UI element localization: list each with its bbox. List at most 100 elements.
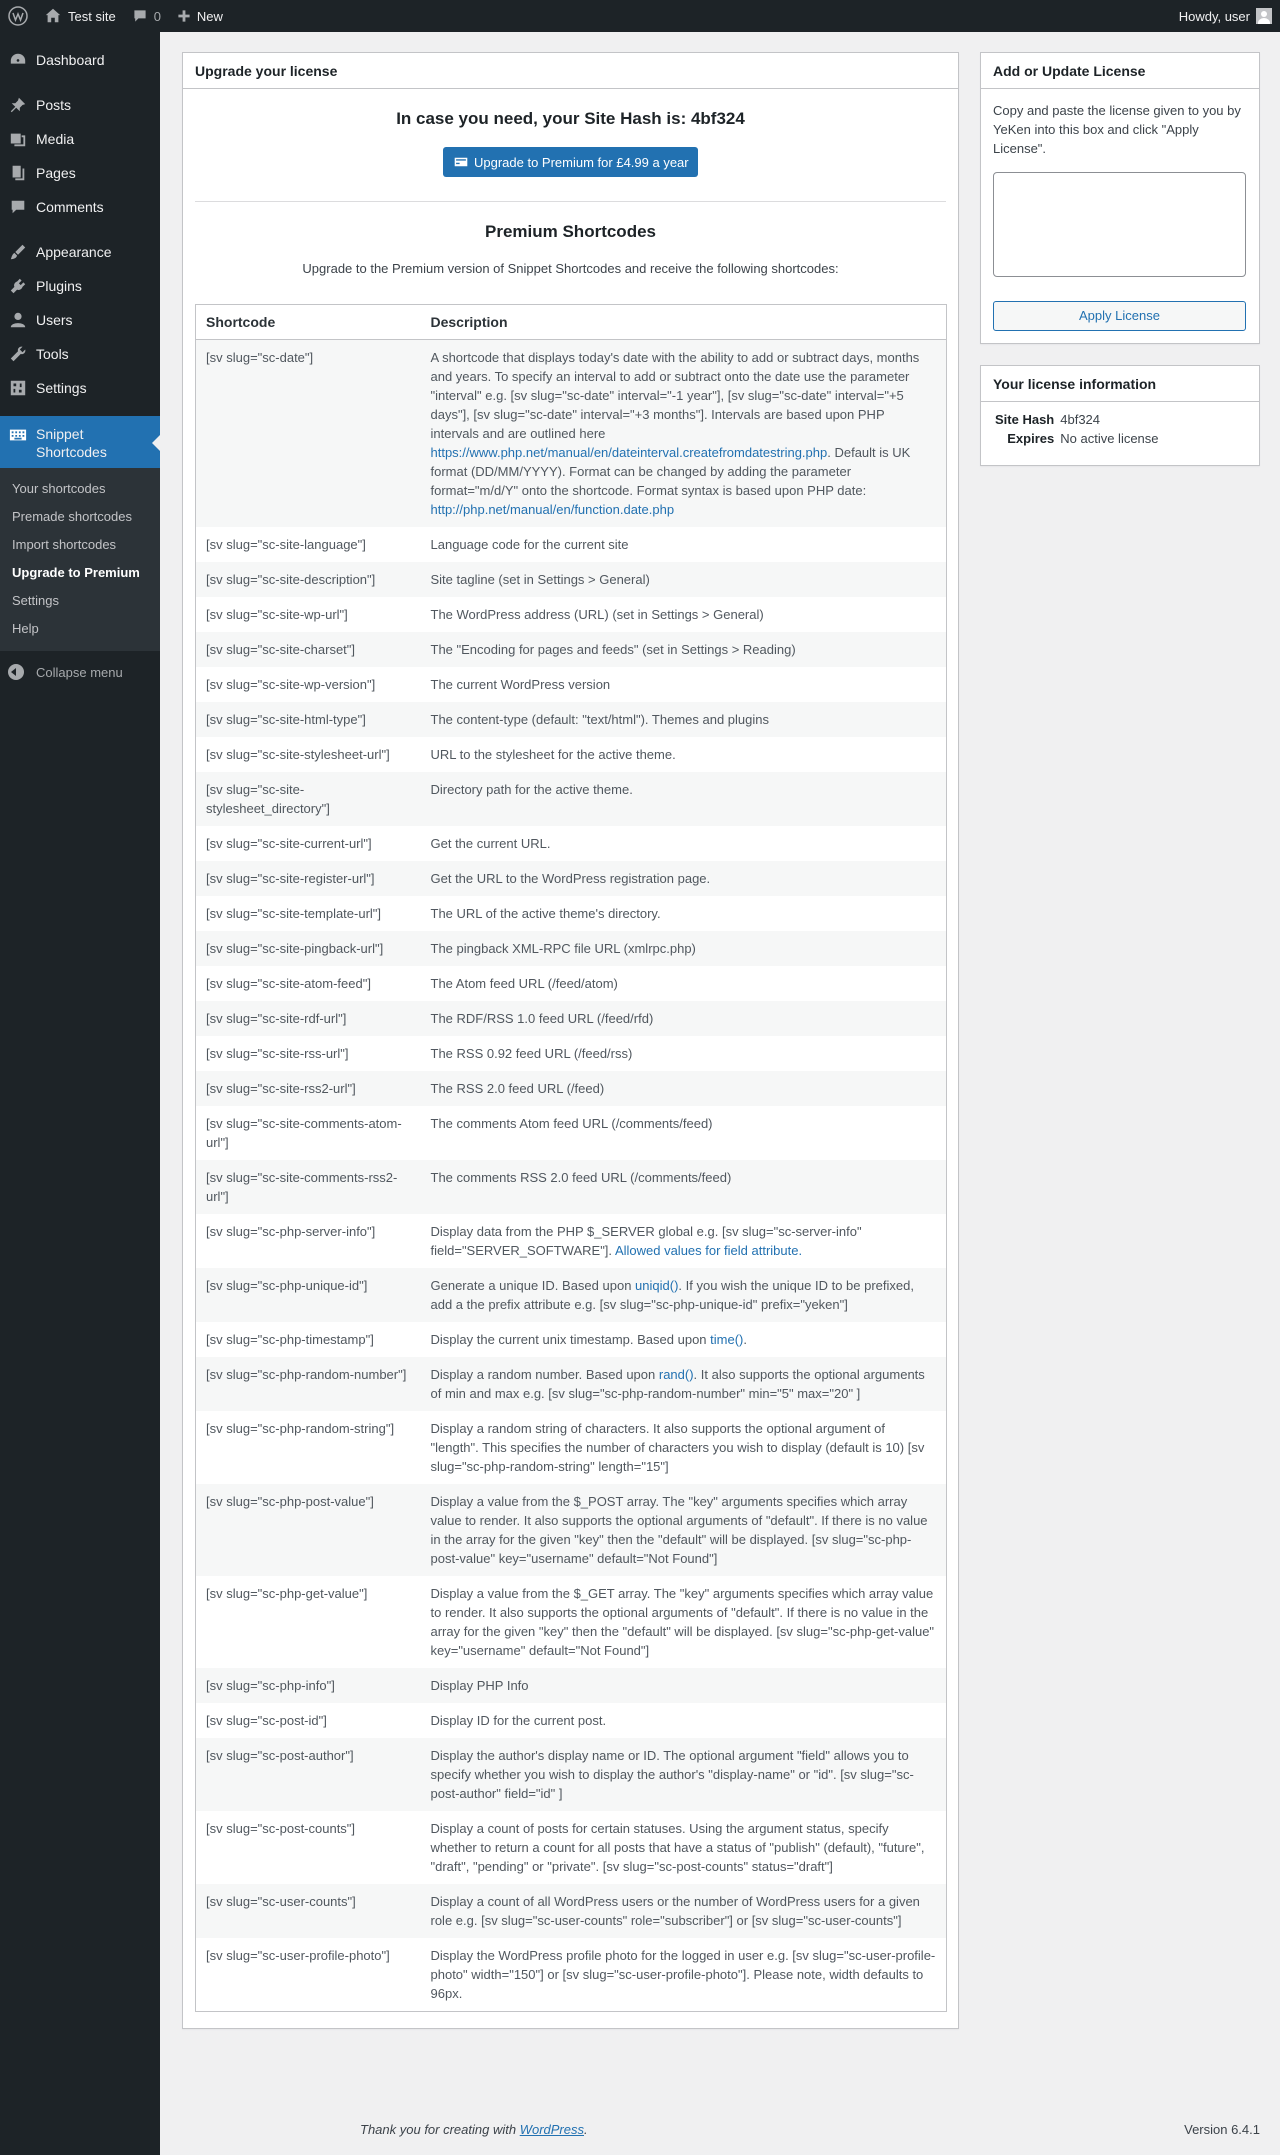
description-link[interactable]: rand() (659, 1367, 694, 1382)
menu-item-dashboard[interactable]: Dashboard (0, 43, 160, 77)
menu-item-plugins[interactable]: Plugins (0, 269, 160, 303)
menu-item-appearance[interactable]: Appearance (0, 235, 160, 269)
menu-label: Snippet Shortcodes (36, 426, 107, 460)
submenu-settings[interactable]: Settings (0, 587, 160, 615)
menu-item-settings[interactable]: Settings (0, 371, 160, 405)
comments-link[interactable]: 0 (124, 0, 169, 32)
table-row: [sv slug="sc-post-id"] Display ID for the… (196, 1703, 947, 1738)
submenu-upgrade-to-premium[interactable]: Upgrade to Premium (0, 559, 160, 587)
description-cell: Display a count of posts for certain sta… (421, 1811, 947, 1884)
my-account-link[interactable]: Howdy, user (1171, 0, 1280, 32)
home-icon (44, 7, 62, 25)
description-cell: Directory path for the active theme. (421, 772, 947, 826)
description-link[interactable]: http://php.net/manual/en/function.date.p… (431, 502, 675, 517)
menu-item-posts[interactable]: Posts (0, 88, 160, 122)
submenu-help[interactable]: Help (0, 615, 160, 643)
shortcode-cell: [sv slug="sc-site-description"] (206, 572, 376, 587)
description-text: Display a count of posts for certain sta… (430, 1821, 925, 1874)
table-row: [sv slug="sc-site-description"] Site tagl… (195, 562, 947, 597)
wordpress-logo-icon[interactable] (0, 0, 36, 32)
comments-count: 0 (153, 8, 161, 24)
description-text: The content-type (default: "text/html").… (430, 712, 770, 727)
table-row: [sv slug="sc-date"] A shortcode that disp… (195, 339, 947, 528)
new-content-link[interactable]: New (169, 0, 231, 32)
wordpress-link[interactable]: WordPress (520, 2122, 584, 2137)
menu-label: Settings (36, 380, 87, 396)
submenu-premade-shortcodes[interactable]: Premade shortcodes (0, 503, 160, 531)
user-icon (8, 310, 28, 330)
menu-label: Media (36, 131, 75, 147)
apply-license-button[interactable]: Apply License (993, 301, 1246, 331)
settings-icon (8, 378, 28, 398)
description-cell: The URL of the active theme's directory. (421, 896, 947, 931)
plug-icon (8, 276, 28, 296)
license-textarea[interactable] (993, 172, 1246, 277)
menu-label: Comments (36, 199, 104, 215)
menu-item-pages[interactable]: Pages (0, 156, 160, 190)
table-row: [sv slug="sc-site-stylesheet-url"] URL to… (196, 737, 947, 772)
description-text: The URL of the active theme's directory. (430, 906, 661, 921)
expires-value: No active license (1060, 431, 1159, 446)
table-row: [sv slug="sc-php-server-info"] Display da… (196, 1214, 947, 1268)
description-cell: The comments Atom feed URL (/comments/fe… (421, 1106, 947, 1160)
premium-shortcodes-description: Upgrade to the Premium version of Snippe… (302, 261, 839, 276)
description-text: Language code for the current site (430, 537, 629, 552)
description-link[interactable]: https://www.php.net/manual/en/dateinterv… (431, 445, 828, 460)
menu-item-users[interactable]: Users (0, 303, 160, 337)
footer-version: Version 6.4.1 (1184, 2122, 1260, 2137)
description-cell: Display the current unix timestamp. Base… (421, 1322, 947, 1357)
shortcode-cell: [sv slug="sc-site-comments-rss2-url"] (206, 1170, 398, 1204)
description-link[interactable]: uniqid() (635, 1278, 678, 1293)
license-information-box: Your license information Site Hash 4bf32… (980, 365, 1260, 466)
menu-item-comments[interactable]: Comments (0, 190, 160, 224)
description-text: URL to the stylesheet for the active the… (430, 747, 676, 762)
description-text: Site tagline (set in Settings > General) (430, 572, 650, 587)
description-cell: Display data from the PHP $_SERVER globa… (421, 1214, 947, 1268)
submenu-import-shortcodes[interactable]: Import shortcodes (0, 531, 160, 559)
description-link[interactable]: time() (710, 1332, 743, 1347)
table-row: [sv slug="sc-site-language"] Language cod… (196, 527, 947, 562)
upgrade-premium-button[interactable]: Upgrade to Premium for £4.99 a year (443, 147, 698, 177)
admin-menu: Dashboard Posts Media Pages Comments App… (0, 32, 160, 2155)
table-row: [sv slug="sc-site-rss-url"] The RSS 0.92 … (196, 1036, 947, 1071)
description-text: Display PHP Info (430, 1678, 529, 1693)
description-cell: The Atom feed URL (/feed/atom) (421, 966, 947, 1001)
menu-item-snippet-shortcodes[interactable]: Snippet Shortcodes (0, 416, 160, 468)
menu-item-tools[interactable]: Tools (0, 337, 160, 371)
description-link[interactable]: Allowed values for field attribute. (615, 1243, 802, 1258)
description-cell: Generate a unique ID. Based upon uniqid(… (421, 1268, 947, 1322)
table-row: [sv slug="sc-user-profile-photo"] Display… (196, 1938, 947, 2012)
description-cell: The "Encoding for pages and feeds" (set … (421, 632, 947, 667)
description-cell: A shortcode that displays today's date w… (421, 340, 947, 528)
shortcode-cell: [sv slug="sc-site-wp-version"] (206, 677, 376, 692)
license-info-table: Site Hash 4bf324 Expires No active licen… (993, 410, 1159, 448)
description-cell: Display PHP Info (421, 1668, 947, 1703)
description-cell: Language code for the current site (421, 527, 947, 562)
add-update-license-box: Add or Update License Copy and paste the… (980, 52, 1260, 344)
shortcode-cell: [sv slug="sc-php-random-number"] (206, 1367, 407, 1382)
shortcode-cell: [sv slug="sc-php-post-value"] (206, 1494, 374, 1509)
license-info-title: Your license information (981, 366, 1259, 402)
description-cell: The pingback XML-RPC file URL (xmlrpc.ph… (421, 931, 947, 966)
description-text: The RDF/RSS 1.0 feed URL (/feed/rfd) (430, 1011, 654, 1026)
shortcode-cell: [sv slug="sc-php-info"] (206, 1678, 335, 1693)
site-hash-label: Site Hash (995, 412, 1055, 427)
shortcode-cell: [sv slug="sc-user-counts"] (206, 1894, 356, 1909)
description-text: Display a value from the $_GET array. Th… (430, 1586, 935, 1658)
brush-icon (8, 242, 28, 262)
site-name-link[interactable]: Test site (36, 0, 124, 32)
expires-label: Expires (1007, 431, 1055, 446)
description-cell: Display a random number. Based upon rand… (421, 1357, 947, 1411)
menu-label: Dashboard (36, 52, 105, 68)
description-text: Display ID for the current post. (430, 1713, 607, 1728)
credit-card-icon (454, 155, 474, 169)
table-header-row: Shortcode Description (195, 304, 947, 340)
shortcode-cell: [sv slug="sc-site-charset"] (206, 642, 356, 657)
menu-label: Appearance (36, 244, 112, 260)
shortcode-cell: [sv slug="sc-site-stylesheet-url"] (206, 747, 390, 762)
collapse-menu-button[interactable]: Collapse menu (0, 655, 160, 689)
menu-item-media[interactable]: Media (0, 122, 160, 156)
shortcode-cell: [sv slug="sc-site-rss2-url"] (206, 1081, 356, 1096)
table-row: [sv slug="sc-site-current-url"] Get the c… (196, 826, 947, 861)
submenu-your-shortcodes[interactable]: Your shortcodes (0, 475, 160, 503)
